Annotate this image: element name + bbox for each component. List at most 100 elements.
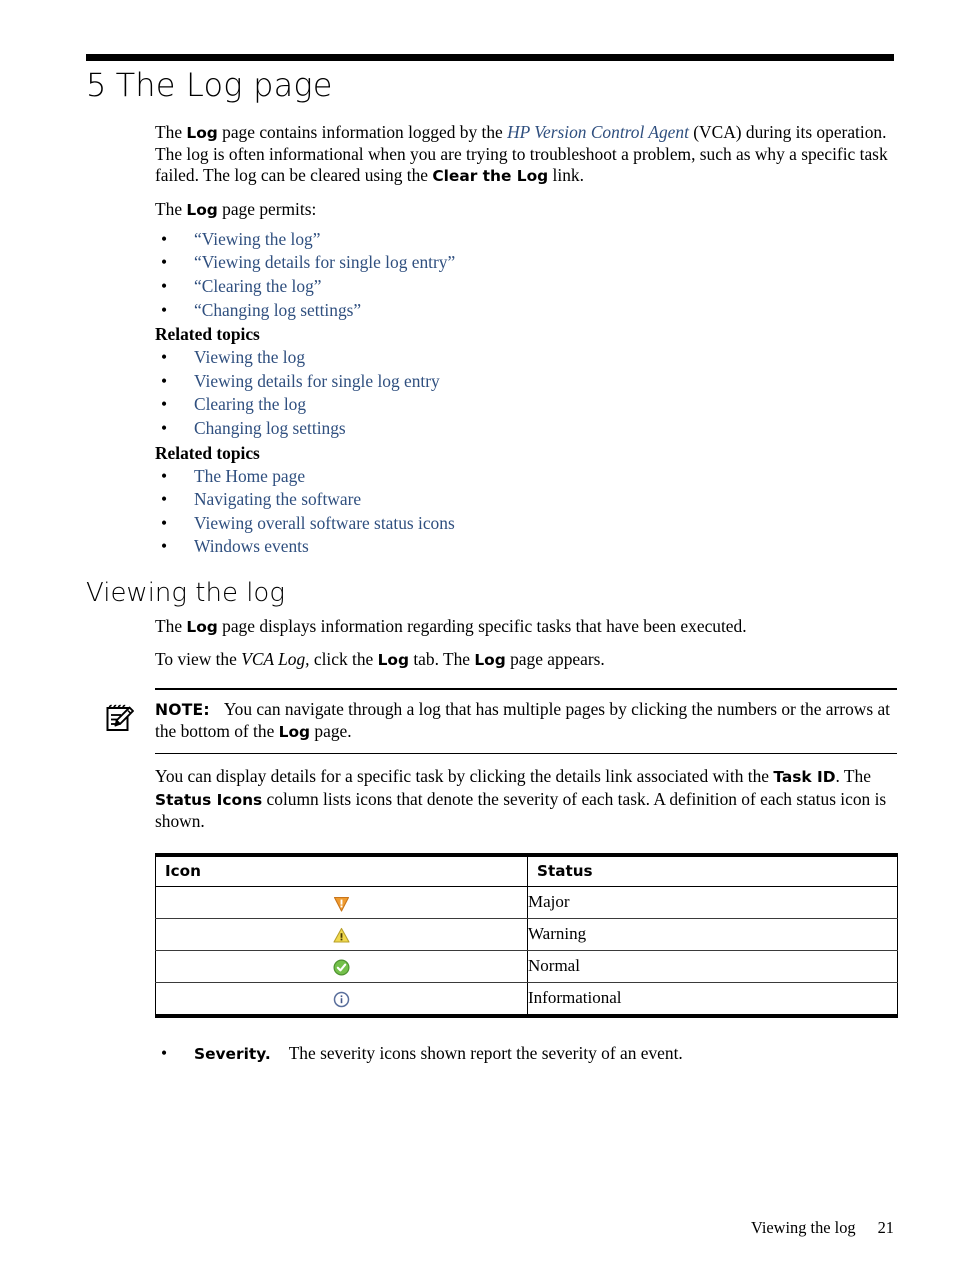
status-icons-term: Status Icons <box>155 790 263 809</box>
list-item[interactable]: • Clearing the log <box>155 393 897 417</box>
log-page-term: Log <box>474 651 506 670</box>
footer-page-number: 21 <box>877 1218 894 1237</box>
permits-item-label: “Viewing details for single log entry” <box>194 252 456 273</box>
related-link: Viewing overall software status icons <box>194 512 455 533</box>
permits-text-a: The <box>155 198 187 219</box>
chapter-number: 5 <box>86 66 107 104</box>
icon-cell <box>155 886 528 919</box>
bullet-icon: • <box>161 394 168 415</box>
note-text-b: page. <box>310 721 352 742</box>
normal-severity-icon <box>332 958 351 977</box>
bullet-icon: • <box>161 276 168 296</box>
list-item[interactable]: • Viewing overall software status icons <box>155 512 897 536</box>
list-item[interactable]: • The Home page <box>155 465 897 489</box>
list-item[interactable]: • Viewing the log <box>155 346 897 370</box>
details-text-c: column lists icons that denote the sever… <box>155 788 887 831</box>
permits-log-term: Log <box>186 200 218 219</box>
table-row: Informational <box>155 982 898 1018</box>
note-text-a: You can navigate through a log that has … <box>155 698 891 742</box>
list-item[interactable]: • Navigating the software <box>155 488 897 512</box>
status-label: Major <box>527 886 898 919</box>
list-item[interactable]: • “Changing log settings” <box>155 299 897 323</box>
status-label: Warning <box>527 918 898 951</box>
icon-cell <box>155 918 528 951</box>
related-link: The Home page <box>194 465 306 486</box>
details-text-b: . The <box>835 766 871 787</box>
bullet-icon: • <box>161 252 168 273</box>
related-topics-list-2: • The Home page • Navigating the software … <box>155 465 897 559</box>
note-body: NOTE: You can navigate through a log that… <box>106 690 897 753</box>
note-callout: NOTE: You can navigate through a log that… <box>106 688 897 755</box>
intro-text-d: link. <box>548 165 584 186</box>
bullet-icon: • <box>161 370 168 391</box>
intro-text-a: The <box>155 122 187 142</box>
related-link: Viewing the log <box>194 347 306 368</box>
section2-text-c: tab. The <box>409 649 475 670</box>
table-row: Normal <box>155 950 898 983</box>
related-link: Viewing details for single log entry <box>194 370 440 391</box>
intro-log-term: Log <box>186 124 218 142</box>
severity-label: Severity. <box>194 1044 271 1063</box>
informational-severity-icon <box>332 990 351 1009</box>
severity-bullet-list: • Severity. The severity icons shown repor… <box>155 1042 897 1065</box>
bullet-icon: • <box>161 1042 168 1063</box>
bullet-icon: • <box>161 512 168 533</box>
permits-text-b: page permits: <box>217 198 317 219</box>
icon-cell <box>155 982 528 1018</box>
related-link: Windows events <box>194 536 309 557</box>
list-item[interactable]: • Windows events <box>155 535 897 559</box>
list-item[interactable]: • “Viewing details for single log entry” <box>155 251 897 275</box>
section-text-a: The <box>155 615 187 636</box>
list-item[interactable]: • “Viewing the log” <box>155 228 897 252</box>
permits-intro-paragraph: The Log page permits: <box>155 199 897 221</box>
section2-text-b: click the <box>309 649 378 670</box>
note-pad-pencil-icon <box>102 702 136 736</box>
icon-cell <box>155 950 528 983</box>
note-text: NOTE: You can navigate through a log that… <box>155 699 897 744</box>
section2-text-a: To view the <box>155 649 242 670</box>
page-top-rule <box>86 54 894 61</box>
status-label: Normal <box>527 950 898 983</box>
severity-description: The severity icons shown report the seve… <box>288 1042 683 1063</box>
bullet-icon: • <box>161 228 168 249</box>
log-tab-term: Log <box>377 651 409 670</box>
related-link: Changing log settings <box>194 417 346 438</box>
status-label: Informational <box>527 982 898 1018</box>
page-footer: Viewing the log 21 <box>86 1218 894 1238</box>
major-severity-icon <box>332 894 351 913</box>
footer-section-label: Viewing the log <box>750 1218 856 1237</box>
note-label: NOTE: <box>155 700 210 719</box>
details-paragraph: You can display details for a specific t… <box>155 766 897 832</box>
related-topics-heading-1: Related topics <box>155 324 260 345</box>
table-row: Warning <box>155 918 898 951</box>
task-id-term: Task ID <box>773 768 836 787</box>
status-icon-table: Icon Status Major Warning Normal Informa… <box>155 852 898 1018</box>
note-log-term: Log <box>278 723 311 742</box>
list-item[interactable]: • “Clearing the log” <box>155 275 897 299</box>
permits-item-label: “Viewing the log” <box>194 228 321 249</box>
vca-log-emphasis: VCA Log, <box>241 649 310 670</box>
table-header-row: Icon Status <box>155 852 898 887</box>
list-item[interactable]: • Changing log settings <box>155 417 897 441</box>
list-item: • Severity. The severity icons shown repor… <box>155 1042 897 1065</box>
bullet-icon: • <box>161 347 168 368</box>
bullet-icon: • <box>161 536 168 557</box>
permits-list: • “Viewing the log” • “Viewing details for… <box>155 228 897 322</box>
hp-version-control-agent-link[interactable]: HP Version Control Agent <box>507 122 689 142</box>
chapter-title-text: The Log page <box>115 66 333 104</box>
list-item[interactable]: • Viewing details for single log entry <box>155 370 897 394</box>
section-heading-viewing-the-log: Viewing the log <box>86 578 285 608</box>
section-log-term: Log <box>186 617 218 636</box>
bullet-icon: • <box>161 465 168 486</box>
section-paragraph-2: To view the VCA Log, click the Log tab. … <box>155 649 897 671</box>
document-page: 5 The Log page The Log page contains info… <box>0 0 954 1271</box>
details-text-a: You can display details for a specific t… <box>155 766 774 787</box>
warning-severity-icon <box>332 926 351 945</box>
bullet-icon: • <box>161 417 168 438</box>
